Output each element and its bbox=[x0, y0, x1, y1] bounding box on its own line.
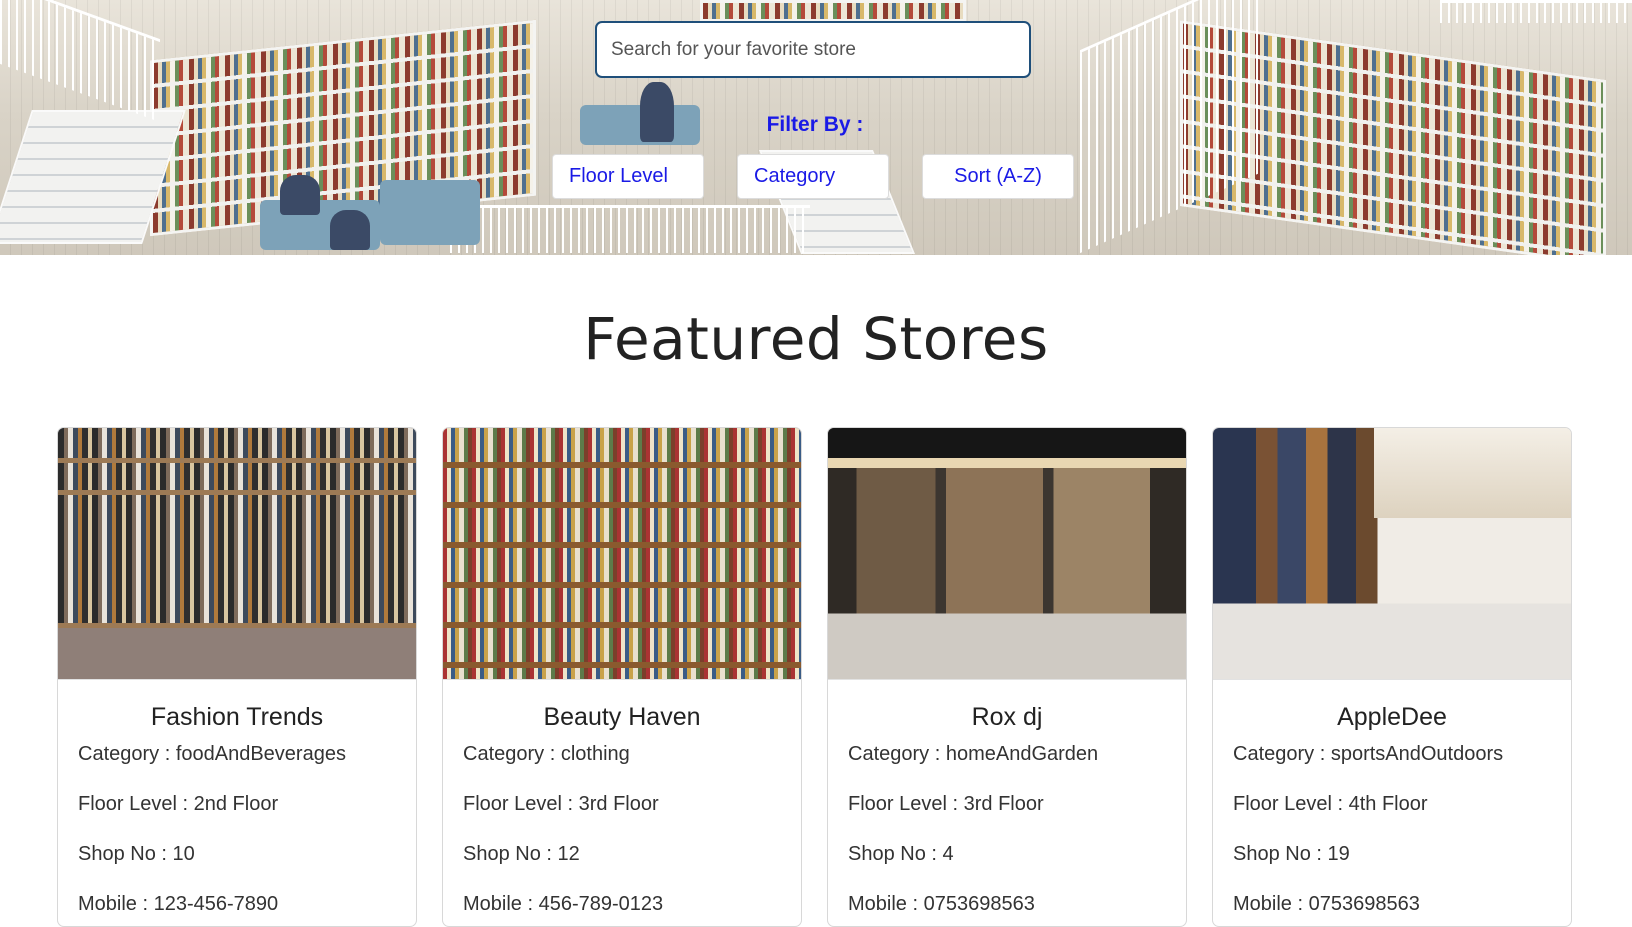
hero-railing bbox=[1440, 0, 1632, 23]
store-category: Category : clothing bbox=[463, 743, 630, 765]
store-mobile: Mobile : 0753698563 bbox=[848, 893, 1035, 915]
store-shop-number: Shop No : 4 bbox=[848, 843, 954, 865]
store-shop-number: Shop No : 19 bbox=[1233, 843, 1350, 865]
store-image bbox=[828, 428, 1186, 680]
hero-railing bbox=[450, 205, 810, 253]
store-floor-level: Floor Level : 3rd Floor bbox=[463, 793, 659, 815]
hero-railing bbox=[1080, 0, 1260, 254]
store-image bbox=[1213, 428, 1571, 680]
featured-stores-title: Featured Stores bbox=[583, 305, 1049, 373]
store-shop-number: Shop No : 12 bbox=[463, 843, 580, 865]
store-name: Fashion Trends bbox=[150, 703, 324, 731]
store-card[interactable]: AppleDee Category : sportsAndOutdoors Fl… bbox=[1212, 427, 1572, 927]
store-name: AppleDee bbox=[1337, 703, 1447, 731]
store-name: Rox dj bbox=[971, 703, 1043, 731]
store-image bbox=[58, 428, 416, 680]
store-mobile: Mobile : 0753698563 bbox=[1233, 893, 1420, 915]
store-shop-number: Shop No : 10 bbox=[78, 843, 195, 865]
filter-by-label: Filter By : bbox=[766, 113, 864, 136]
sort-az-button[interactable]: Sort (A-Z) bbox=[922, 154, 1074, 199]
hero-person bbox=[280, 175, 320, 215]
store-category: Category : foodAndBeverages bbox=[78, 743, 346, 765]
store-floor-level: Floor Level : 2nd Floor bbox=[78, 793, 279, 815]
store-floor-level: Floor Level : 3rd Floor bbox=[848, 793, 1044, 815]
store-image bbox=[443, 428, 801, 680]
hero-bookshelf bbox=[700, 0, 966, 22]
store-mobile: Mobile : 456-789-0123 bbox=[463, 893, 664, 915]
store-category: Category : sportsAndOutdoors bbox=[1233, 743, 1504, 765]
store-card[interactable]: Rox dj Category : homeAndGarden Floor Le… bbox=[827, 427, 1187, 927]
category-filter-button[interactable]: Category bbox=[737, 154, 889, 199]
hero-person bbox=[640, 82, 674, 142]
hero-person bbox=[330, 210, 370, 250]
store-mobile: Mobile : 123-456-7890 bbox=[78, 893, 279, 915]
store-floor-level: Floor Level : 4th Floor bbox=[1233, 793, 1428, 815]
hero-railing bbox=[0, 0, 160, 123]
hero-bench bbox=[380, 180, 480, 245]
store-card[interactable]: Fashion Trends Category : foodAndBeverag… bbox=[57, 427, 417, 927]
floor-level-filter-button[interactable]: Floor Level bbox=[552, 154, 704, 199]
store-name: Beauty Haven bbox=[543, 703, 701, 731]
search-input[interactable] bbox=[595, 21, 1031, 78]
store-card[interactable]: Beauty Haven Category : clothing Floor L… bbox=[442, 427, 802, 927]
store-category: Category : homeAndGarden bbox=[848, 743, 1099, 765]
